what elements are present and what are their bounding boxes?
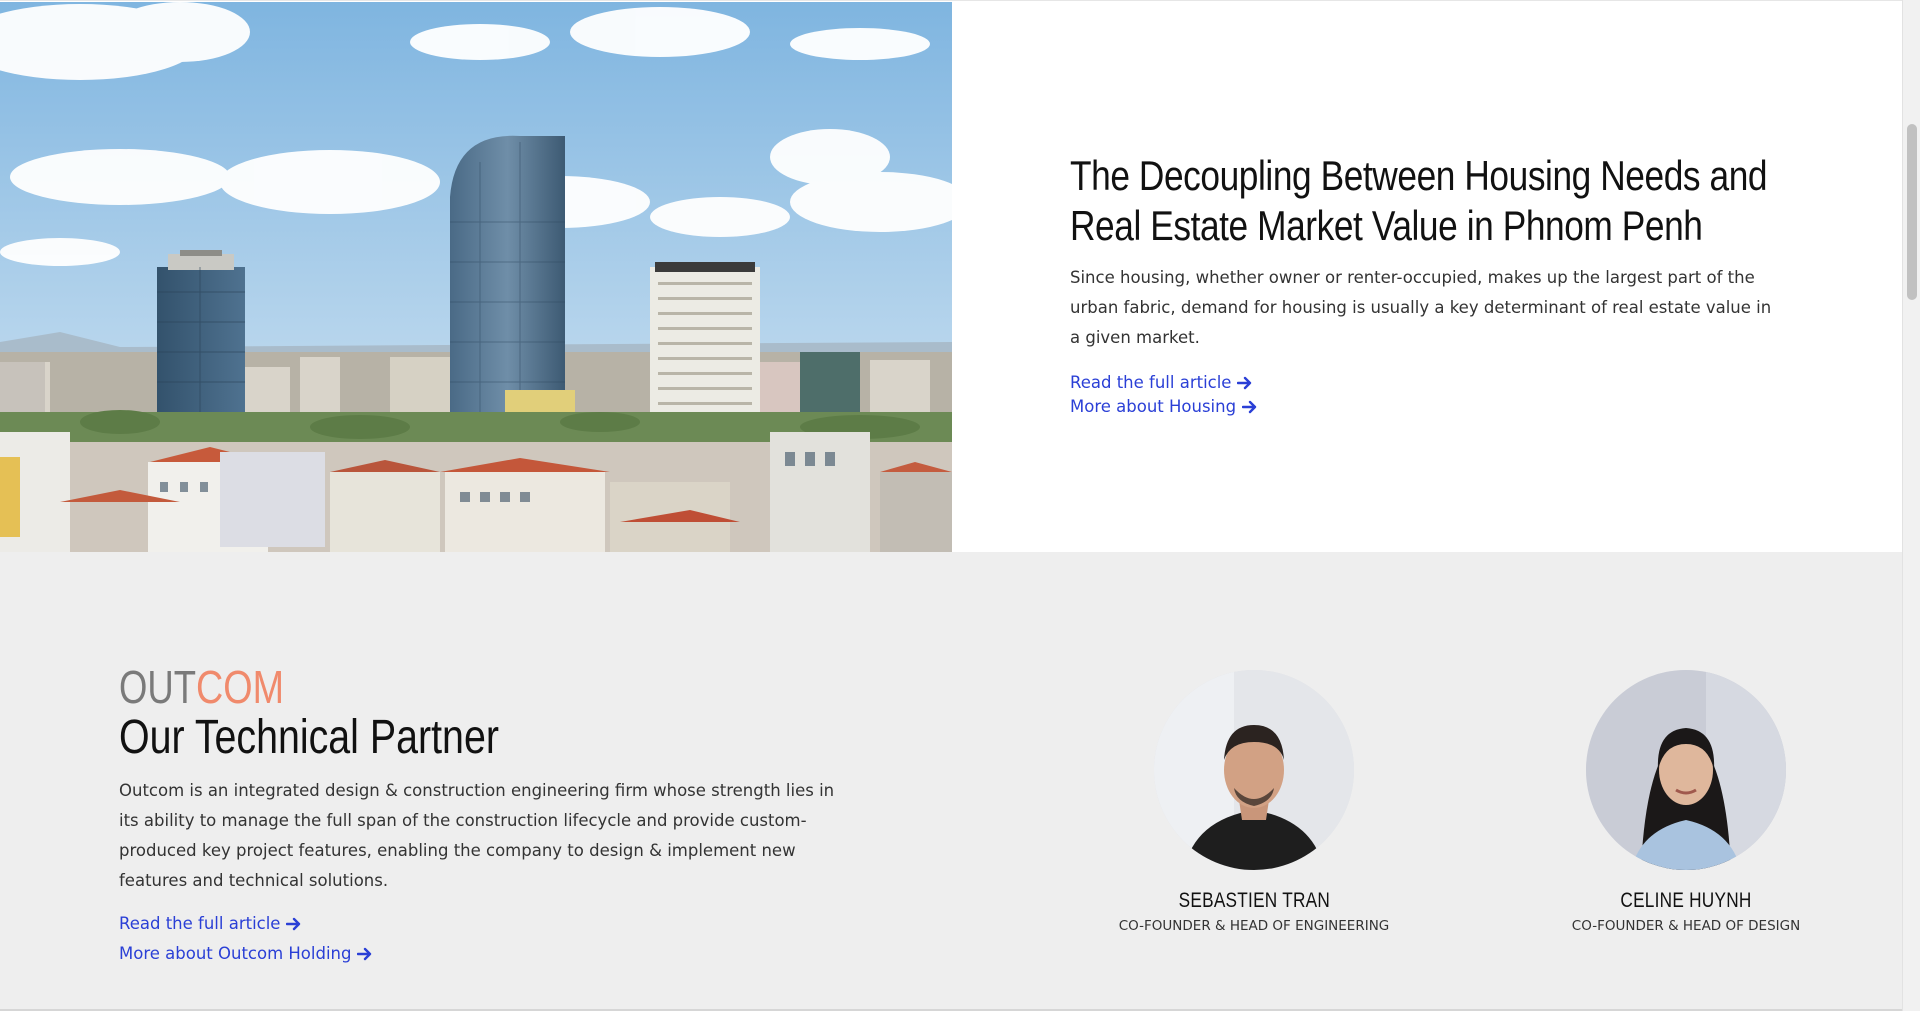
logo-out-text: OUT bbox=[119, 666, 196, 706]
page-scrollbar[interactable] bbox=[1902, 0, 1920, 1011]
scrollbar-thumb[interactable] bbox=[1907, 124, 1917, 300]
outcom-logo: OUT COM bbox=[119, 666, 859, 706]
member-name: SEBASTIEN TRAN bbox=[1178, 889, 1330, 912]
phnom-penh-skyline-image bbox=[0, 2, 952, 553]
partner-intro: OUT COM Our Technical Partner Outcom is … bbox=[119, 666, 859, 972]
read-full-article-link[interactable]: Read the full article bbox=[1070, 371, 1253, 395]
member-role: CO-FOUNDER & HEAD OF ENGINEERING bbox=[1118, 918, 1390, 934]
page: The Decoupling Between Housing Needs and… bbox=[0, 0, 1920, 1011]
member-role: CO-FOUNDER & HEAD OF DESIGN bbox=[1571, 918, 1801, 934]
avatar bbox=[1154, 670, 1354, 870]
more-about-housing-label: More about Housing bbox=[1070, 397, 1237, 416]
team-member-card: CELINE HUYNH CO-FOUNDER & HEAD OF DESIGN bbox=[1536, 670, 1836, 936]
partner-title: Our Technical Partner bbox=[119, 711, 499, 764]
arrow-right-icon bbox=[1237, 376, 1252, 390]
member-name: CELINE HUYNH bbox=[1620, 889, 1752, 912]
arrow-right-icon bbox=[357, 947, 372, 961]
technical-partner-section: OUT COM Our Technical Partner Outcom is … bbox=[0, 552, 1902, 1011]
team-member-card: SEBASTIEN TRAN CO-FOUNDER & HEAD OF ENGI… bbox=[1104, 670, 1404, 936]
article-excerpt: Since housing, whether owner or renter-o… bbox=[1070, 268, 1772, 347]
arrow-right-icon bbox=[1242, 400, 1257, 414]
more-about-housing-link[interactable]: More about Housing bbox=[1070, 395, 1258, 419]
more-about-outcom-label: More about Outcom Holding bbox=[119, 944, 352, 963]
article-title: The Decoupling Between Housing Needs and… bbox=[1070, 152, 1768, 249]
more-about-outcom-link[interactable]: More about Outcom Holding bbox=[119, 942, 373, 966]
partner-read-full-article-link[interactable]: Read the full article bbox=[119, 912, 302, 936]
logo-com-text: COM bbox=[196, 666, 284, 706]
read-full-article-label: Read the full article bbox=[1070, 373, 1232, 392]
housing-article-section: The Decoupling Between Housing Needs and… bbox=[0, 0, 1902, 553]
partner-description: Outcom is an integrated design & constru… bbox=[119, 781, 835, 890]
arrow-right-icon bbox=[286, 917, 301, 931]
avatar bbox=[1586, 670, 1786, 870]
hero-content: The Decoupling Between Housing Needs and… bbox=[1070, 151, 1790, 419]
partner-read-full-article-label: Read the full article bbox=[119, 914, 281, 933]
